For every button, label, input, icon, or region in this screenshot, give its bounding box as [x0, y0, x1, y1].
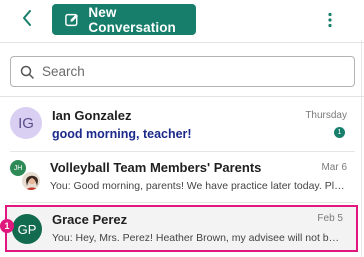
avatar: IG	[10, 107, 42, 139]
new-conversation-label: New Conversation	[88, 4, 176, 35]
conversation-name: Ian Gonzalez	[52, 108, 132, 123]
search-box[interactable]	[10, 56, 355, 87]
conversation-preview: You: Hey, Mrs. Perez! Heather Brown, my …	[52, 232, 342, 244]
search-input[interactable]	[42, 64, 332, 79]
panel-edge	[361, 40, 362, 257]
conversation-date: Feb 5	[317, 213, 343, 224]
conversation-date: Mar 6	[321, 162, 347, 173]
conversation-date: Thursday	[305, 110, 347, 121]
chevron-left-icon	[23, 10, 31, 26]
compose-icon	[65, 13, 79, 26]
more-options-button[interactable]	[320, 9, 340, 31]
avatar: GP	[12, 214, 42, 244]
conversation-item-grace-perez[interactable]: GP Grace Perez Feb 5 You: Hey, Mrs. Pere…	[0, 203, 361, 253]
top-bar: New Conversation	[0, 0, 364, 40]
conversation-name: Grace Perez	[52, 212, 128, 227]
unread-badge: 1	[334, 127, 345, 138]
new-conversation-button[interactable]: New Conversation	[52, 4, 196, 35]
back-button[interactable]	[16, 7, 38, 29]
search-icon	[20, 65, 34, 79]
kebab-menu-icon	[328, 12, 332, 28]
step-marker: 1	[0, 219, 14, 233]
conversation-preview: You: Good morning, parents! We have prac…	[50, 180, 350, 192]
conversation-name: Volleyball Team Members' Parents	[50, 160, 262, 175]
header-divider	[0, 42, 364, 43]
conversation-item-volleyball-parents[interactable]: JH Volleyball Team Members' Parents Mar …	[0, 152, 361, 202]
conversation-preview: good morning, teacher!	[52, 127, 192, 141]
conversation-item-ian-gonzalez[interactable]: IG Ian Gonzalez Thursday good morning, t…	[0, 97, 361, 151]
member-photo	[21, 171, 41, 191]
